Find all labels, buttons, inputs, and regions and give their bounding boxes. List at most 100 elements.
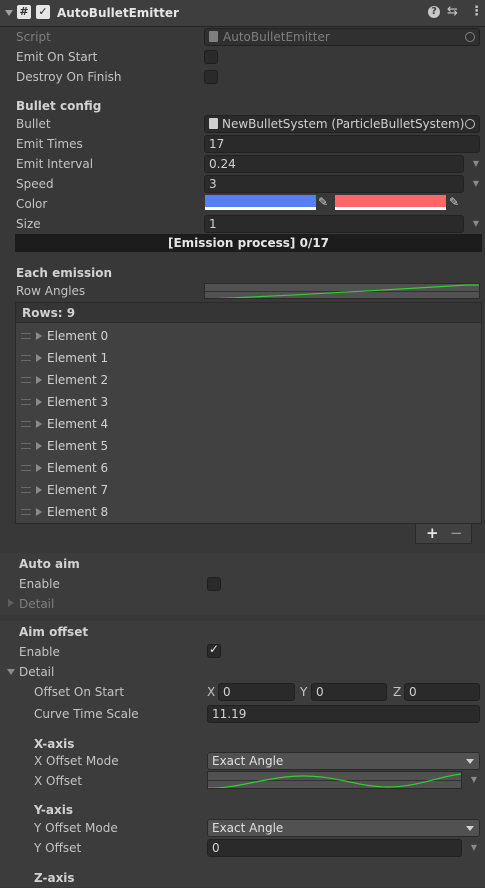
list-item[interactable]: Element 0	[21, 325, 471, 347]
list-item-label: Element 6	[47, 461, 109, 475]
size-field[interactable]: 1	[204, 215, 464, 233]
foldout-arrow-icon[interactable]	[36, 464, 42, 472]
emit-on-start-label: Emit On Start	[16, 50, 98, 64]
x-offset-range-arrow[interactable]: ▼	[469, 771, 479, 789]
auto-aim-detail-label[interactable]: Detail	[19, 594, 54, 614]
list-item[interactable]: Element 1	[21, 347, 471, 369]
script-file-icon	[209, 31, 218, 42]
foldout-arrow-icon[interactable]	[5, 10, 13, 16]
component-title: AutoBulletEmitter	[57, 6, 179, 20]
emit-on-start-toggle[interactable]	[204, 50, 218, 64]
list-item[interactable]: Element 3	[21, 391, 471, 413]
rows-list: Rows: 9 Element 0 Element 1 Element 2 Eleme…	[15, 302, 482, 524]
color-end-swatch[interactable]	[335, 195, 446, 210]
list-item[interactable]: Element 2	[21, 369, 471, 391]
offset-z-field[interactable]: 0	[404, 683, 480, 701]
emit-interval-field[interactable]: 0.24	[204, 155, 464, 173]
foldout-arrow-icon[interactable]	[8, 599, 14, 607]
auto-aim-enable-toggle[interactable]	[207, 577, 221, 591]
rows-list-header: Rows: 9	[16, 303, 481, 323]
curve-time-scale-field[interactable]: 11.19	[207, 705, 480, 723]
foldout-arrow-icon[interactable]	[36, 398, 42, 406]
foldout-arrow-icon[interactable]	[36, 420, 42, 428]
script-value: AutoBulletEmitter	[223, 30, 330, 44]
eyedropper-icon[interactable]: ✎	[449, 194, 459, 210]
foldout-arrow-icon[interactable]	[36, 508, 42, 516]
emit-times-label: Emit Times	[16, 137, 83, 151]
prefab-file-icon	[209, 118, 218, 129]
speed-label: Speed	[16, 177, 54, 191]
bullet-label: Bullet	[16, 117, 51, 131]
list-item-label: Element 8	[47, 505, 109, 519]
drag-handle-icon[interactable]	[21, 421, 31, 427]
list-item-label: Element 3	[47, 395, 109, 409]
add-element-button[interactable]: +	[426, 524, 439, 542]
aim-offset-enable-toggle[interactable]	[207, 642, 221, 658]
drag-handle-icon[interactable]	[21, 487, 31, 493]
x-offset-label: X Offset	[34, 774, 83, 788]
drag-handle-icon[interactable]	[21, 465, 31, 471]
list-item-label: Element 5	[47, 439, 109, 453]
drag-handle-icon[interactable]	[21, 443, 31, 449]
offset-x-field[interactable]: 0	[218, 683, 295, 701]
object-picker-icon[interactable]	[465, 119, 475, 129]
drag-handle-icon[interactable]	[21, 355, 31, 361]
drag-handle-icon[interactable]	[21, 509, 31, 515]
help-icon[interactable]: ?	[428, 6, 440, 18]
offset-y-label: Y	[300, 685, 308, 699]
emit-interval-range-arrow[interactable]: ▼	[471, 155, 481, 173]
bullet-value: NewBulletSystem (ParticleBulletSystem)	[222, 117, 465, 131]
foldout-arrow-icon[interactable]	[36, 332, 42, 340]
x-offset-mode-value: Exact Angle	[212, 754, 284, 768]
list-item[interactable]: Element 7	[21, 479, 471, 501]
y-offset-range-arrow[interactable]: ▼	[469, 839, 479, 857]
foldout-arrow-icon[interactable]	[7, 669, 15, 675]
kebab-menu-icon[interactable]: ⋮	[470, 3, 483, 21]
size-range-arrow[interactable]: ▼	[471, 215, 481, 233]
aim-offset-enable-label: Enable	[19, 645, 60, 659]
list-item-label: Element 0	[47, 329, 109, 343]
preset-icon[interactable]: ⇆	[447, 3, 458, 21]
y-offset-mode-value: Exact Angle	[212, 821, 284, 835]
eyedropper-icon[interactable]: ✎	[318, 194, 328, 210]
list-item[interactable]: Element 5	[21, 435, 471, 457]
drag-handle-icon[interactable]	[21, 399, 31, 405]
bullet-field[interactable]: NewBulletSystem (ParticleBulletSystem)	[204, 115, 480, 133]
y-offset-mode-label: Y Offset Mode	[34, 821, 118, 835]
aim-offset-detail-label[interactable]: Detail	[19, 662, 54, 682]
aim-offset-header: Aim offset	[19, 625, 89, 639]
list-item-label: Element 2	[47, 373, 109, 387]
foldout-arrow-icon[interactable]	[36, 442, 42, 450]
y-offset-label: Y Offset	[34, 841, 82, 855]
y-offset-mode-dropdown[interactable]: Exact Angle	[207, 819, 480, 837]
color-label: Color	[16, 197, 48, 211]
size-label: Size	[16, 217, 41, 231]
y-offset-field[interactable]: 0	[207, 839, 462, 857]
list-item[interactable]: Element 4	[21, 413, 471, 435]
object-picker-icon[interactable]	[465, 32, 475, 42]
emit-times-field[interactable]: 17	[204, 135, 480, 153]
x-offset-curve[interactable]	[207, 771, 462, 789]
list-item[interactable]: Element 8	[21, 501, 471, 523]
emission-progress-text: [Emission process] 0/17	[167, 236, 330, 250]
speed-field[interactable]: 3	[204, 175, 464, 193]
offset-y-field[interactable]: 0	[311, 683, 387, 701]
auto-aim-enable-label: Enable	[19, 577, 60, 591]
chevron-down-icon	[466, 759, 474, 764]
list-item[interactable]: Element 6	[21, 457, 471, 479]
destroy-on-finish-toggle[interactable]	[204, 70, 218, 84]
row-angles-curve-line	[215, 284, 479, 298]
foldout-arrow-icon[interactable]	[36, 376, 42, 384]
drag-handle-icon[interactable]	[21, 377, 31, 383]
x-offset-mode-dropdown[interactable]: Exact Angle	[207, 752, 480, 770]
row-angles-curve[interactable]	[204, 283, 480, 299]
foldout-arrow-icon[interactable]	[36, 354, 42, 362]
drag-handle-icon[interactable]	[21, 333, 31, 339]
component-enabled-checkbox[interactable]: ✓	[36, 5, 50, 19]
speed-range-arrow[interactable]: ▼	[471, 175, 481, 193]
color-start-swatch[interactable]	[205, 195, 316, 210]
x-offset-mode-label: X Offset Mode	[34, 754, 119, 768]
list-item-label: Element 4	[47, 417, 109, 431]
foldout-arrow-icon[interactable]	[36, 486, 42, 494]
remove-element-button[interactable]: −	[450, 524, 463, 542]
